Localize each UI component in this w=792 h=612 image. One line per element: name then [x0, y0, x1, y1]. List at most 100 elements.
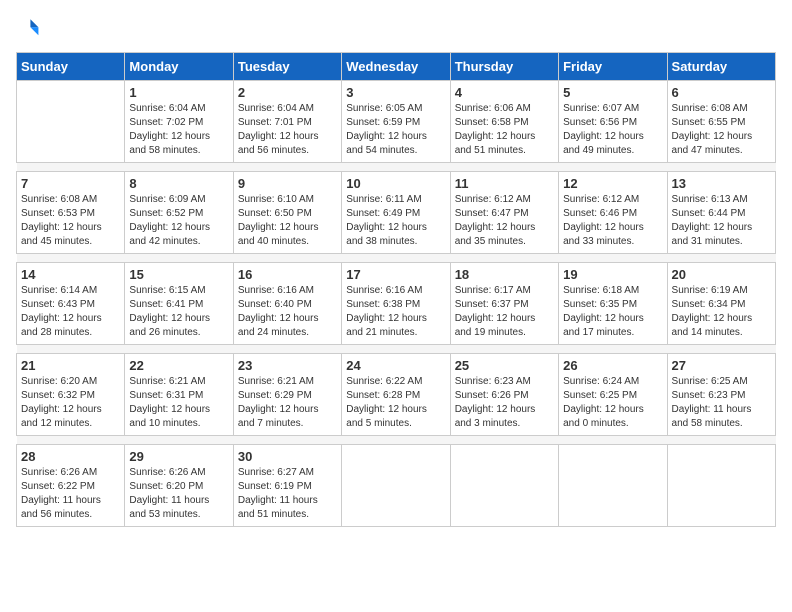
day-of-week-header: Friday [559, 53, 667, 81]
day-number: 5 [563, 85, 662, 100]
day-number: 4 [455, 85, 554, 100]
day-info: Sunrise: 6:20 AM Sunset: 6:32 PM Dayligh… [21, 375, 120, 431]
calendar-week-row: 28 Sunrise: 6:26 AM Sunset: 6:22 PM Dayli… [17, 445, 776, 527]
calendar-day-cell: 26 Sunrise: 6:24 AM Sunset: 6:25 PM Dayli… [559, 354, 667, 436]
day-info: Sunrise: 6:24 AM Sunset: 6:25 PM Dayligh… [563, 375, 662, 431]
week-separator [17, 254, 776, 263]
day-number: 27 [672, 358, 771, 373]
day-number: 18 [455, 267, 554, 282]
day-info: Sunrise: 6:10 AM Sunset: 6:50 PM Dayligh… [238, 193, 337, 249]
day-of-week-header: Saturday [667, 53, 775, 81]
day-info: Sunrise: 6:16 AM Sunset: 6:40 PM Dayligh… [238, 284, 337, 340]
calendar-day-cell: 22Sunrise: 6:21 AM Sunset: 6:31 PM Dayli… [125, 354, 233, 436]
logo [16, 16, 44, 40]
calendar-day-cell: 2 Sunrise: 6:04 AM Sunset: 7:01 PM Daylig… [233, 81, 341, 163]
day-info: Sunrise: 6:26 AM Sunset: 6:22 PM Dayligh… [21, 466, 120, 522]
day-info: Sunrise: 6:04 AM Sunset: 7:01 PM Dayligh… [238, 102, 337, 158]
calendar-day-cell: 23Sunrise: 6:21 AM Sunset: 6:29 PM Dayli… [233, 354, 341, 436]
day-number: 24 [346, 358, 445, 373]
day-info: Sunrise: 6:12 AM Sunset: 6:46 PM Dayligh… [563, 193, 662, 249]
calendar-day-cell [559, 445, 667, 527]
day-info: Sunrise: 6:13 AM Sunset: 6:44 PM Dayligh… [672, 193, 771, 249]
day-info: Sunrise: 6:04 AM Sunset: 7:02 PM Dayligh… [129, 102, 228, 158]
day-info: Sunrise: 6:16 AM Sunset: 6:38 PM Dayligh… [346, 284, 445, 340]
calendar-day-cell: 7Sunrise: 6:08 AM Sunset: 6:53 PM Daylig… [17, 172, 125, 254]
week-separator [17, 163, 776, 172]
calendar-day-cell: 4 Sunrise: 6:06 AM Sunset: 6:58 PM Daylig… [450, 81, 558, 163]
day-number: 6 [672, 85, 771, 100]
day-number: 14 [21, 267, 120, 282]
day-number: 25 [455, 358, 554, 373]
calendar-day-cell: 11 Sunrise: 6:12 AM Sunset: 6:47 PM Dayli… [450, 172, 558, 254]
day-number: 22 [129, 358, 228, 373]
day-info: Sunrise: 6:05 AM Sunset: 6:59 PM Dayligh… [346, 102, 445, 158]
week-separator [17, 345, 776, 354]
calendar-header-row: SundayMondayTuesdayWednesdayThursdayFrid… [17, 53, 776, 81]
day-number: 30 [238, 449, 337, 464]
day-info: Sunrise: 6:07 AM Sunset: 6:56 PM Dayligh… [563, 102, 662, 158]
calendar-day-cell: 6 Sunrise: 6:08 AM Sunset: 6:55 PM Daylig… [667, 81, 775, 163]
day-number: 11 [455, 176, 554, 191]
day-info: Sunrise: 6:08 AM Sunset: 6:55 PM Dayligh… [672, 102, 771, 158]
calendar-day-cell: 29 Sunrise: 6:26 AM Sunset: 6:20 PM Dayli… [125, 445, 233, 527]
day-info: Sunrise: 6:11 AM Sunset: 6:49 PM Dayligh… [346, 193, 445, 249]
day-number: 2 [238, 85, 337, 100]
calendar-week-row: 21 Sunrise: 6:20 AM Sunset: 6:32 PM Dayli… [17, 354, 776, 436]
day-info: Sunrise: 6:09 AM Sunset: 6:52 PM Dayligh… [129, 193, 228, 249]
calendar-day-cell: 28 Sunrise: 6:26 AM Sunset: 6:22 PM Dayli… [17, 445, 125, 527]
day-number: 8 [129, 176, 228, 191]
day-number: 15 [129, 267, 228, 282]
day-info: Sunrise: 6:15 AM Sunset: 6:41 PM Dayligh… [129, 284, 228, 340]
page-header [16, 16, 776, 40]
calendar-day-cell [17, 81, 125, 163]
day-info: Sunrise: 6:26 AM Sunset: 6:20 PM Dayligh… [129, 466, 228, 522]
logo-icon [16, 16, 40, 40]
calendar-day-cell: 1Sunrise: 6:04 AM Sunset: 7:02 PM Daylig… [125, 81, 233, 163]
calendar-day-cell: 18 Sunrise: 6:17 AM Sunset: 6:37 PM Dayli… [450, 263, 558, 345]
day-info: Sunrise: 6:23 AM Sunset: 6:26 PM Dayligh… [455, 375, 554, 431]
calendar-day-cell: 24 Sunrise: 6:22 AM Sunset: 6:28 PM Dayli… [342, 354, 450, 436]
calendar-day-cell: 12 Sunrise: 6:12 AM Sunset: 6:46 PM Dayli… [559, 172, 667, 254]
day-of-week-header: Thursday [450, 53, 558, 81]
calendar-day-cell: 9 Sunrise: 6:10 AM Sunset: 6:50 PM Daylig… [233, 172, 341, 254]
calendar-day-cell [667, 445, 775, 527]
day-number: 12 [563, 176, 662, 191]
day-info: Sunrise: 6:06 AM Sunset: 6:58 PM Dayligh… [455, 102, 554, 158]
day-number: 26 [563, 358, 662, 373]
calendar-day-cell: 8 Sunrise: 6:09 AM Sunset: 6:52 PM Daylig… [125, 172, 233, 254]
calendar-day-cell: 25 Sunrise: 6:23 AM Sunset: 6:26 PM Dayli… [450, 354, 558, 436]
calendar-day-cell: 3 Sunrise: 6:05 AM Sunset: 6:59 PM Daylig… [342, 81, 450, 163]
day-number: 10 [346, 176, 445, 191]
calendar-day-cell: 30 Sunrise: 6:27 AM Sunset: 6:19 PM Dayli… [233, 445, 341, 527]
calendar-day-cell: 20Sunrise: 6:19 AM Sunset: 6:34 PM Dayli… [667, 263, 775, 345]
day-info: Sunrise: 6:22 AM Sunset: 6:28 PM Dayligh… [346, 375, 445, 431]
day-of-week-header: Monday [125, 53, 233, 81]
calendar-day-cell: 16 Sunrise: 6:16 AM Sunset: 6:40 PM Dayli… [233, 263, 341, 345]
day-of-week-header: Tuesday [233, 53, 341, 81]
calendar-week-row: 14 Sunrise: 6:14 AM Sunset: 6:43 PM Dayli… [17, 263, 776, 345]
calendar-day-cell: 15 Sunrise: 6:15 AM Sunset: 6:41 PM Dayli… [125, 263, 233, 345]
calendar-day-cell [342, 445, 450, 527]
day-info: Sunrise: 6:14 AM Sunset: 6:43 PM Dayligh… [21, 284, 120, 340]
day-info: Sunrise: 6:08 AM Sunset: 6:53 PM Dayligh… [21, 193, 120, 249]
day-number: 23 [238, 358, 337, 373]
day-number: 29 [129, 449, 228, 464]
day-of-week-header: Wednesday [342, 53, 450, 81]
day-info: Sunrise: 6:17 AM Sunset: 6:37 PM Dayligh… [455, 284, 554, 340]
day-info: Sunrise: 6:12 AM Sunset: 6:47 PM Dayligh… [455, 193, 554, 249]
day-number: 9 [238, 176, 337, 191]
calendar-day-cell: 19Sunrise: 6:18 AM Sunset: 6:35 PM Dayli… [559, 263, 667, 345]
day-info: Sunrise: 6:25 AM Sunset: 6:23 PM Dayligh… [672, 375, 771, 431]
day-of-week-header: Sunday [17, 53, 125, 81]
day-number: 21 [21, 358, 120, 373]
calendar-day-cell [450, 445, 558, 527]
calendar-day-cell: 17 Sunrise: 6:16 AM Sunset: 6:38 PM Dayli… [342, 263, 450, 345]
calendar-day-cell: 21 Sunrise: 6:20 AM Sunset: 6:32 PM Dayli… [17, 354, 125, 436]
week-separator [17, 436, 776, 445]
day-number: 16 [238, 267, 337, 282]
calendar-week-row: 1Sunrise: 6:04 AM Sunset: 7:02 PM Daylig… [17, 81, 776, 163]
day-number: 3 [346, 85, 445, 100]
day-number: 28 [21, 449, 120, 464]
day-info: Sunrise: 6:27 AM Sunset: 6:19 PM Dayligh… [238, 466, 337, 522]
day-number: 17 [346, 267, 445, 282]
